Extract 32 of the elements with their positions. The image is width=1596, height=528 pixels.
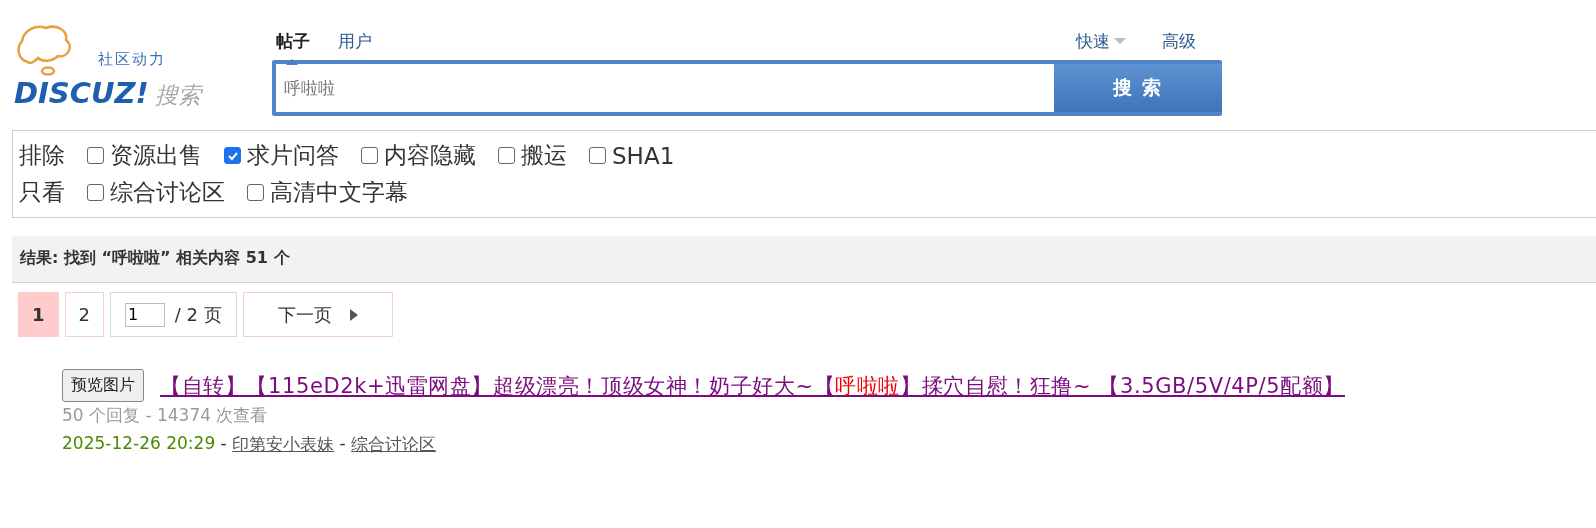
forum-link[interactable]: 综合讨论区: [351, 433, 437, 456]
logo-tagline: 社区动力: [98, 50, 166, 69]
result-stats: 50 个回复 - 14374 次查看: [62, 404, 269, 427]
results-summary: 结果: 找到 “呼啦啦” 相关内容 51 个: [12, 236, 1596, 283]
logo-wordmark: DISCUZ!: [14, 76, 149, 110]
logo-suffix: 搜索: [154, 81, 201, 110]
post-date: 2025-12-26 20:29: [62, 433, 216, 455]
page-total: / 2 页: [173, 302, 222, 327]
page-link[interactable]: 2: [64, 292, 104, 337]
separator: -: [219, 433, 228, 455]
next-page-button[interactable]: 下一页: [242, 292, 393, 337]
preview-button[interactable]: 预览图片: [62, 369, 144, 402]
filter-checkbox[interactable]: SHA1: [589, 142, 675, 169]
filter-checkbox[interactable]: 综合讨论区: [87, 177, 225, 208]
search-field[interactable]: 呼啦啦: [276, 64, 1054, 112]
triangle-right-icon: [349, 308, 358, 321]
filter-checkbox[interactable]: 搬运: [498, 140, 567, 171]
search-tab[interactable]: 用户: [338, 29, 372, 53]
dropdown-link[interactable]: 快速: [1076, 29, 1126, 53]
filter-checkbox[interactable]: 资源出售: [87, 140, 202, 171]
link[interactable]: 高级: [1162, 29, 1196, 53]
separator: -: [338, 433, 347, 455]
logo[interactable]: 社区动力 DISCUZ! 搜索: [12, 24, 242, 108]
page-input[interactable]: 1: [125, 302, 165, 327]
filter-checkbox[interactable]: 高清中文字幕: [247, 177, 408, 208]
author-link[interactable]: 印第安小表妹: [232, 433, 335, 456]
filter-checkbox[interactable]: 内容隐藏: [361, 140, 476, 171]
filter-label: 只看: [19, 178, 65, 207]
filter-label: 排除: [19, 141, 65, 170]
filter-checkbox[interactable]: 求片问答: [224, 140, 339, 171]
search-button[interactable]: 搜 索: [1054, 64, 1222, 112]
page-link[interactable]: 1: [18, 292, 59, 337]
